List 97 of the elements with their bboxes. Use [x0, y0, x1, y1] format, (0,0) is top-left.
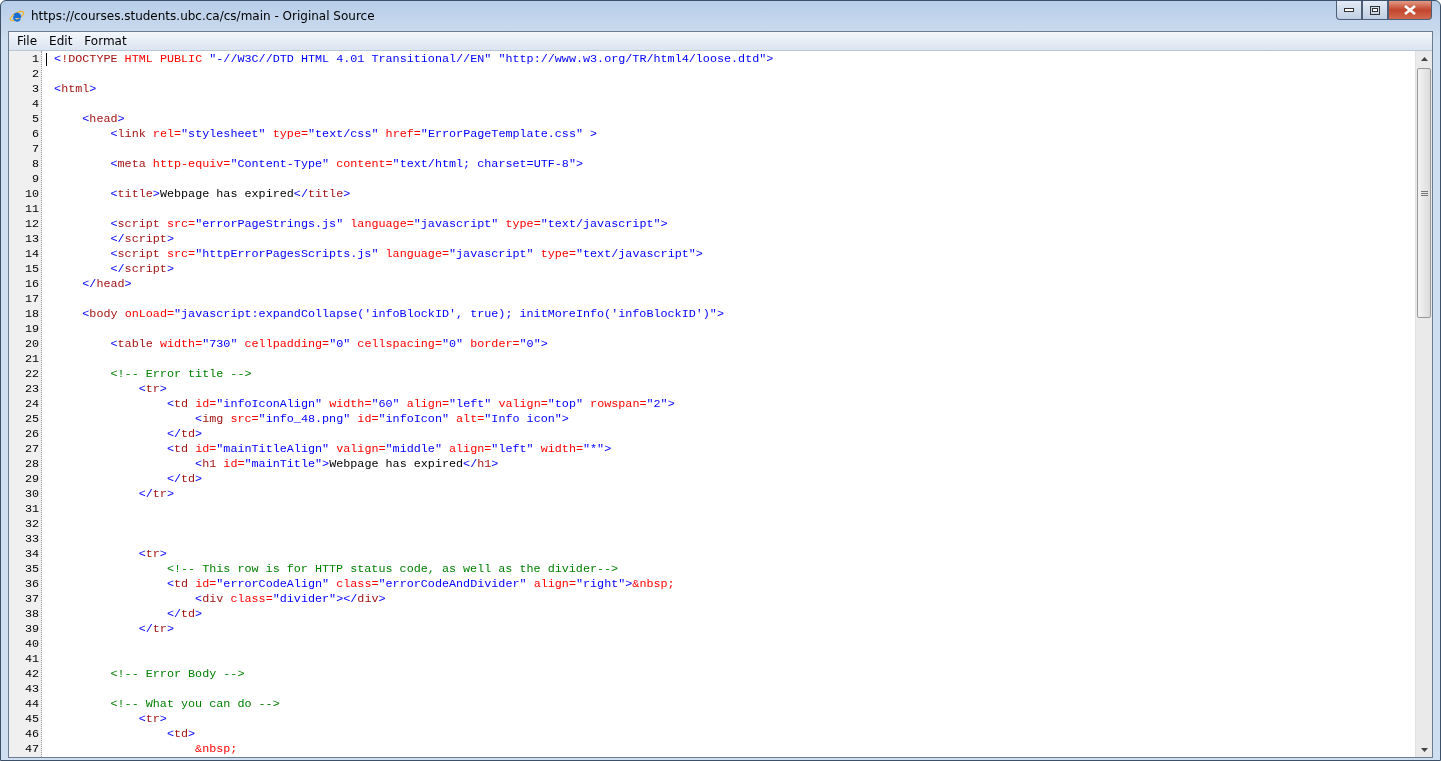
code-line: <h1 id="mainTitle">Webpage has expired</h1> [194, 457, 499, 471]
line-number: 38 [23, 607, 40, 622]
minimize-button[interactable] [1336, 1, 1362, 20]
code-line: <script src="httpErrorPagesScripts.js" language="javascript" type="text/javascript"> [109, 247, 703, 261]
line-number: 23 [23, 382, 40, 397]
menu-item[interactable]: Format [78, 34, 133, 48]
line-number: 4 [30, 97, 40, 112]
code-line: <td id="errorCodeAlign" class="errorCodeAndDivider" align="right">&nbsp; [165, 577, 675, 591]
line-number: 37 [23, 592, 40, 607]
line-number: 10 [23, 187, 40, 202]
line-number: 1 [30, 52, 40, 67]
code-line: </td> [165, 472, 203, 486]
line-number: 22 [23, 367, 40, 382]
line-number: 11 [23, 202, 40, 217]
line-number: 43 [23, 682, 40, 697]
line-number: 15 [23, 262, 40, 277]
menu-item[interactable]: Edit [43, 34, 79, 48]
code-line: <title>Webpage has expired</title> [109, 187, 351, 201]
grip-icon [1420, 190, 1428, 196]
code-line: </head> [81, 277, 132, 291]
line-number: 34 [23, 547, 40, 562]
menu-item[interactable]: File [11, 34, 44, 48]
line-number: 25 [23, 412, 40, 427]
code-line: <html> [54, 82, 97, 96]
maximize-button[interactable] [1362, 1, 1388, 20]
line-number: 17 [23, 292, 40, 307]
line-number: 46 [23, 727, 40, 742]
code-line: <meta http-equiv="Content-Type" content="text/html; charset=UTF-8"> [109, 157, 583, 171]
line-number: 47 [23, 742, 40, 757]
scroll-down-arrow-icon[interactable] [1420, 748, 1428, 752]
code-line: <tr> [137, 712, 167, 726]
line-number: 28 [23, 457, 40, 472]
line-number: 8 [30, 157, 40, 172]
text-cursor [46, 53, 47, 66]
line-number: 27 [23, 442, 40, 457]
code-line: <td id="infoIconAlign" width="60" align="left" valign="top" rowspan="2"> [165, 397, 675, 411]
code-line: <tr> [137, 547, 167, 561]
line-number: 40 [23, 637, 40, 652]
line-number: 26 [23, 427, 40, 442]
code-line: </tr> [137, 487, 174, 501]
code-line: </td> [165, 427, 203, 441]
line-number: 12 [23, 217, 40, 232]
browser-logo-icon [9, 8, 25, 24]
line-number: 2 [30, 67, 40, 82]
line-number: 19 [23, 322, 40, 337]
line-number: 20 [23, 337, 40, 352]
code-line: <head> [81, 112, 125, 126]
line-number: 9 [30, 172, 40, 187]
code-line: <!-- Error Body --> [109, 667, 245, 681]
code-line: </td> [165, 607, 203, 621]
line-number: 29 [23, 472, 40, 487]
code-line: <!-- Error title --> [109, 367, 252, 381]
window-title: https://courses.students.ubc.ca/cs/main - Original Source [31, 9, 376, 23]
code-line: <!-- What you can do --> [109, 697, 280, 711]
code-line: <!-- This row is for HTTP status code, as well as the divider--> [165, 562, 619, 576]
scrollbar-thumb[interactable] [1417, 68, 1431, 318]
close-icon [1404, 5, 1416, 15]
line-number: 30 [23, 487, 40, 502]
line-number: 7 [30, 142, 40, 157]
code-line: <table width="730" cellpadding="0" cellspacing="0" border="0"> [109, 337, 548, 351]
code-line: <img src="info_48.png" id="infoIcon" alt="Info icon"> [194, 412, 569, 426]
line-number: 35 [23, 562, 40, 577]
line-number: 6 [30, 127, 40, 142]
line-number: 44 [23, 697, 40, 712]
line-number: 16 [23, 277, 40, 292]
close-button[interactable] [1388, 1, 1432, 20]
line-number: 41 [23, 652, 40, 667]
code-line: <td> [165, 727, 196, 741]
code-line: <script src="errorPageStrings.js" language="javascript" type="text/javascript"> [109, 217, 668, 231]
code-line: </script> [109, 232, 174, 246]
line-number: 5 [30, 112, 40, 127]
line-number: 13 [23, 232, 40, 247]
minimize-icon [1344, 8, 1354, 12]
line-number: 24 [23, 397, 40, 412]
code-line: <!DOCTYPE HTML PUBLIC "-//W3C//DTD HTML 4.01 Transitional//EN" "http://www.w3.org/TR/html4/loose.dtd"> [54, 52, 774, 66]
code-line: <tr> [137, 382, 167, 396]
code-line: </script> [109, 262, 174, 276]
code-line: &nbsp; [194, 742, 238, 756]
code-line: <div class="divider"></div> [194, 592, 386, 606]
line-number: 42 [23, 667, 40, 682]
code-line: <link rel="stylesheet" type="text/css" href="ErrorPageTemplate.css" > [109, 127, 598, 141]
line-number: 18 [23, 307, 40, 322]
maximize-icon [1370, 5, 1380, 15]
line-number: 39 [23, 622, 40, 637]
line-number: 14 [23, 247, 40, 262]
code-line: <td id="mainTitleAlign" valign="middle" align="left" width="*"> [165, 442, 612, 456]
vertical-scrollbar[interactable] [1415, 51, 1432, 757]
line-number: 32 [23, 517, 40, 532]
line-number: 31 [23, 502, 40, 517]
code-line: <body onLoad="javascript:expandCollapse('infoBlockID', true); initMoreInfo('infoBlockID')"> [81, 307, 724, 321]
line-number: 45 [23, 712, 40, 727]
line-number: 21 [23, 352, 40, 367]
line-number: 3 [30, 82, 40, 97]
line-number: 33 [23, 532, 40, 547]
code-line: </tr> [137, 622, 174, 636]
line-number: 36 [23, 577, 40, 592]
scroll-up-arrow-icon[interactable] [1420, 57, 1428, 61]
